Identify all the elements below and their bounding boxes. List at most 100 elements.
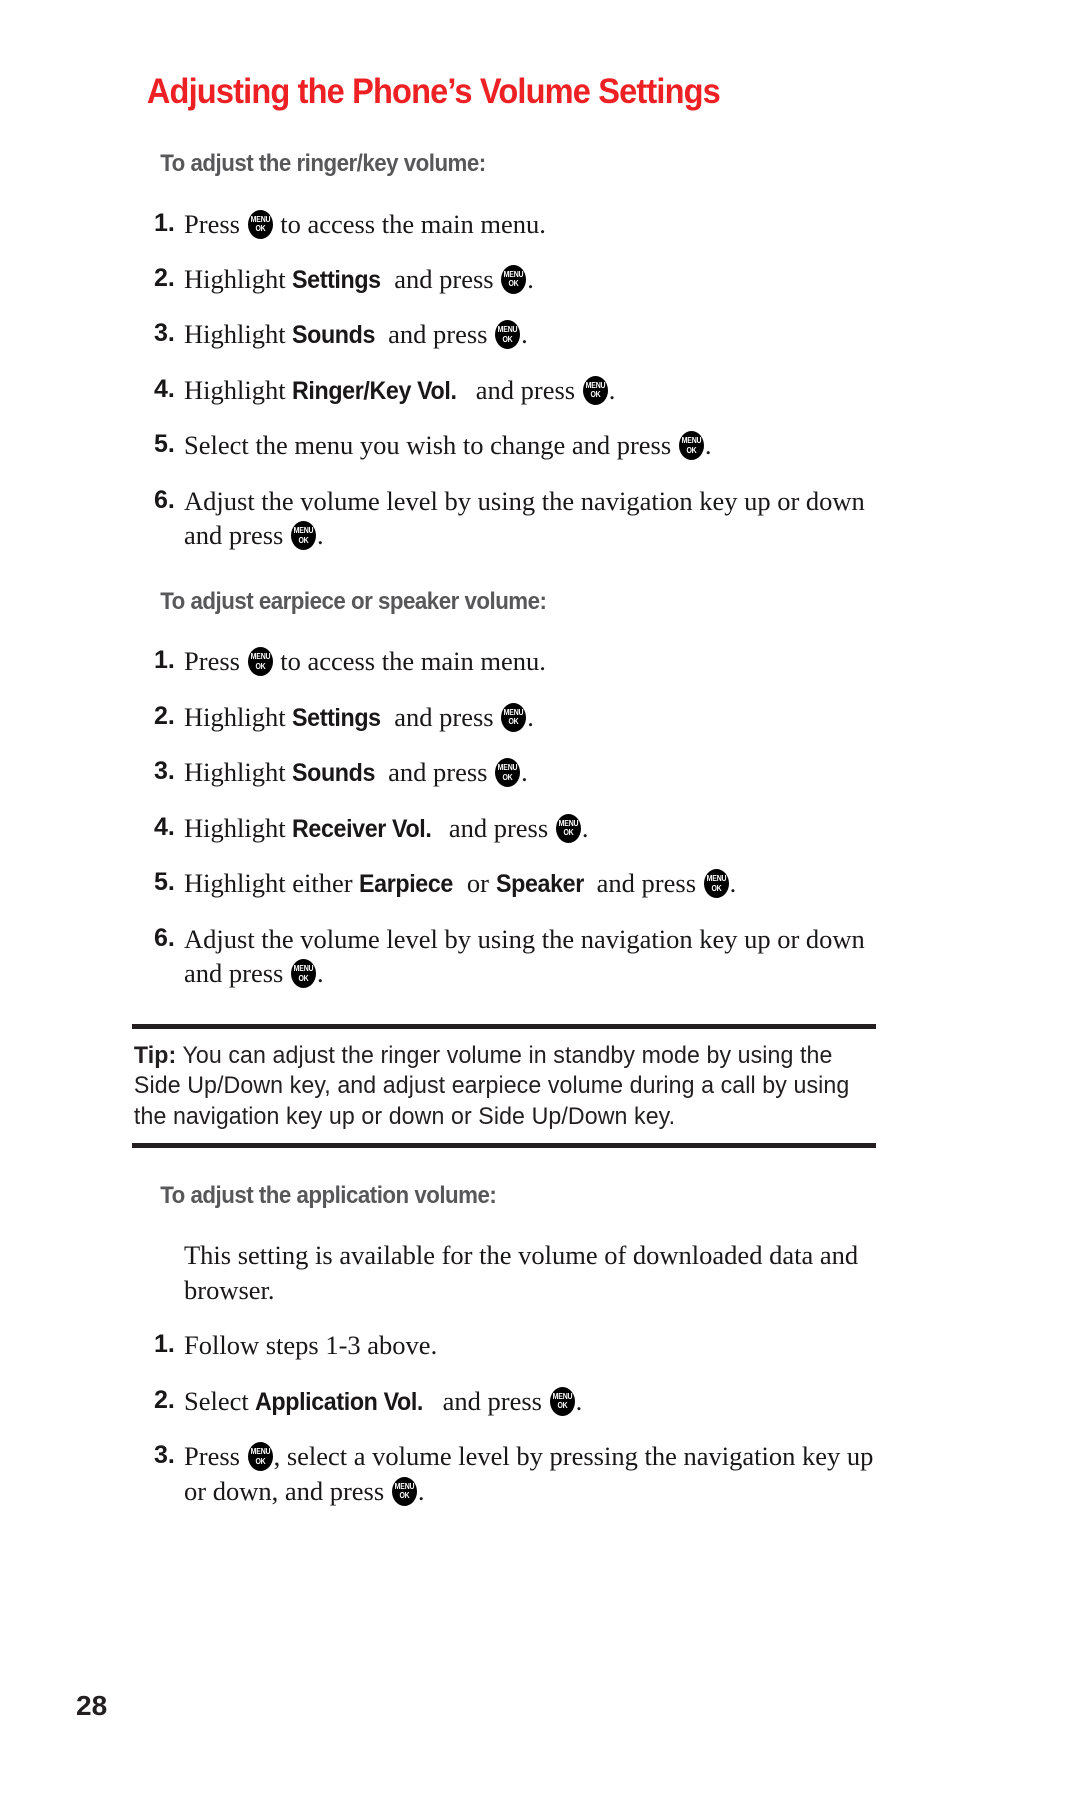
menu-ok-key-icon: MENU OK (247, 209, 273, 239)
step-text: and press (387, 701, 501, 732)
menu-ok-key-line1: MENU (585, 380, 606, 390)
step-text: Press (184, 1441, 247, 1472)
menu-ok-key-line1: MENU (503, 707, 524, 717)
numbered-step: 3. Highlight Sounds and press MENU OK. (132, 317, 876, 352)
numbered-step: 6. Adjust the volume level by using the n… (132, 484, 876, 553)
numbered-step: 5. Select the menu you wish to change and… (132, 428, 876, 462)
tip-body-text: You can adjust the ringer volume in stan… (133, 1041, 850, 1130)
step-text: . (608, 374, 616, 405)
step-text: . (575, 1385, 583, 1416)
step-text: Press (184, 208, 247, 239)
step-text: Highlight either (184, 868, 360, 899)
numbered-step: 5. Highlight either Earpiece or Speaker a… (132, 866, 876, 901)
numbered-step: 1. Press MENU OK to access the main menu. (132, 207, 876, 241)
numbered-step: 1. Press MENU OK to access the main menu. (132, 644, 876, 678)
step-text: and press (387, 263, 501, 294)
step-text: . (316, 958, 324, 989)
numbered-step: 3. Press MENU OK, select a volume level by… (132, 1439, 876, 1508)
tip-text: Tip: You can adjust the ringer volume in… (132, 1029, 850, 1143)
menu-ok-key-line1: MENU (552, 1391, 573, 1401)
numbered-step: 2. Select Application Vol. and press MENU… (132, 1384, 876, 1419)
step-text: and press (590, 868, 703, 899)
step-number: 1. (154, 208, 175, 237)
menu-item-name: Speaker (495, 870, 584, 899)
menu-item-name: Receiver Vol. (292, 814, 432, 843)
menu-ok-key-icon: MENU OK (549, 1386, 575, 1416)
menu-ok-key-line2: OK (502, 772, 513, 782)
menu-ok-key-line2: OK (508, 717, 519, 727)
menu-item-name: Sounds (292, 321, 376, 350)
step-text: and press (442, 812, 555, 843)
menu-item-name: Earpiece (359, 870, 454, 899)
step-text: Highlight (184, 812, 293, 843)
menu-item-name: Settings (292, 703, 381, 732)
step-number: 3. (154, 319, 175, 348)
step-text: . (417, 1475, 425, 1506)
tip-box: Tip: You can adjust the ringer volume in… (132, 1023, 876, 1148)
step-text: . (729, 868, 737, 899)
menu-ok-key-icon: MENU OK (501, 264, 527, 294)
menu-ok-key-line1: MENU (497, 763, 518, 773)
menu-ok-key-line2: OK (399, 1491, 410, 1501)
step-number: 5. (154, 430, 175, 459)
step-number: 4. (154, 812, 175, 841)
menu-ok-key-icon: MENU OK (290, 959, 316, 989)
menu-ok-key-icon: MENU OK (247, 647, 273, 677)
numbered-step: 2. Highlight Settings and press MENU OK. (132, 262, 876, 297)
menu-ok-key-line2: OK (298, 535, 309, 545)
step-text: Adjust the volume level by using the nav… (184, 923, 865, 989)
menu-ok-key-icon: MENU OK (495, 320, 521, 350)
step-text: Highlight (184, 374, 293, 405)
step-text: Select the menu you wish to change and p… (184, 430, 678, 461)
step-text: to access the main menu. (273, 208, 546, 239)
step-text: . (527, 701, 534, 732)
step-number: 2. (154, 1385, 175, 1414)
menu-ok-key-line1: MENU (250, 652, 270, 662)
section-heading-application-volume: To adjust the application volume: (160, 1181, 497, 1209)
step-text: , select a volume level by pressing the … (184, 1441, 874, 1506)
menu-ok-key-line2: OK (557, 1401, 568, 1411)
menu-ok-key-line1: MENU (293, 526, 314, 536)
numbered-step: 4. Highlight Receiver Vol. and press MENU… (132, 811, 876, 846)
menu-ok-key-line1: MENU (250, 1447, 270, 1457)
step-text: and press (381, 757, 495, 788)
menu-ok-key-icon: MENU OK (582, 375, 608, 405)
steps-application-volume: This setting is available for the volume… (132, 1208, 876, 1508)
section-heading-ringer-key-volume: To adjust the ringer/key volume: (160, 150, 486, 177)
step-text: or (460, 868, 496, 899)
menu-ok-key-line2: OK (686, 445, 697, 455)
step-text: and press (436, 1385, 549, 1416)
menu-ok-key-line1: MENU (293, 964, 314, 974)
menu-ok-key-line2: OK (563, 828, 574, 838)
step-number: 1. (154, 1330, 175, 1359)
tip-label: Tip: (133, 1041, 177, 1069)
step-text: and press (469, 374, 582, 405)
step-number: 4. (154, 374, 175, 403)
menu-ok-key-line1: MENU (706, 874, 727, 884)
numbered-step: 2. Highlight Settings and press MENU OK. (132, 700, 876, 735)
step-text: . (704, 430, 712, 461)
step-text: Highlight (184, 757, 293, 788)
step-text: Press (184, 646, 247, 677)
menu-ok-key-icon: MENU OK (495, 758, 521, 788)
section-heading-earpiece-speaker-volume: To adjust earpiece or speaker volume: (160, 587, 547, 615)
step-number: 2. (154, 701, 175, 730)
page-number: 28 (76, 1690, 108, 1721)
step-text: and press (381, 319, 495, 350)
page-title: Adjusting the Phone’s Volume Settings (146, 72, 721, 111)
step-text: Highlight (184, 319, 293, 350)
step-number: 6. (154, 485, 175, 514)
numbered-step: 6. Adjust the volume level by using the n… (132, 922, 876, 991)
step-number: 6. (154, 923, 175, 952)
menu-ok-key-line2: OK (502, 334, 513, 344)
menu-ok-key-line1: MENU (250, 214, 270, 224)
step-number: 3. (154, 757, 175, 786)
menu-ok-key-icon: MENU OK (290, 521, 316, 551)
step-text: Adjust the volume level by using the nav… (184, 485, 865, 551)
numbered-step: 4. Highlight Ringer/Key Vol. and press ME… (132, 373, 876, 408)
application-intro-list: This setting is available for the volume… (132, 1238, 876, 1307)
step-text: . (316, 520, 324, 551)
step-text: Select (184, 1385, 256, 1416)
menu-item-name: Application Vol. (255, 1387, 424, 1416)
step-text: . (527, 263, 534, 294)
